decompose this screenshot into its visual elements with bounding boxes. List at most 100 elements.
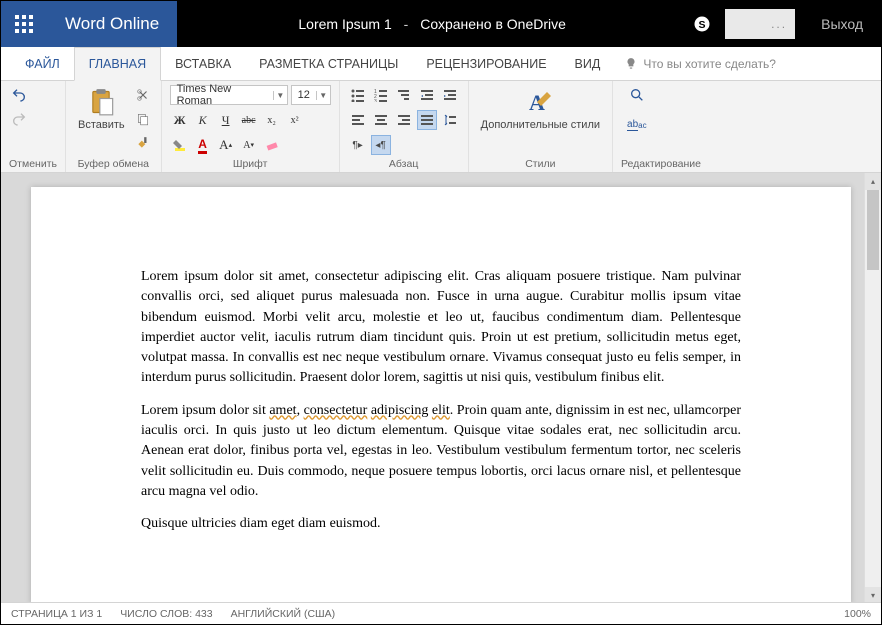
skype-button[interactable]: S bbox=[687, 15, 717, 33]
line-spacing-button[interactable] bbox=[440, 110, 460, 130]
user-menu[interactable]: ... bbox=[725, 9, 795, 39]
ltr-icon: ¶▸ bbox=[352, 140, 362, 151]
align-center-icon bbox=[374, 113, 388, 127]
font-name-combo[interactable]: Times New Roman▼ bbox=[170, 85, 288, 105]
paste-label: Вставить bbox=[78, 119, 125, 131]
group-clipboard-label: Буфер обмена bbox=[74, 156, 153, 170]
styles-label: Дополнительные стили bbox=[481, 119, 600, 131]
rtl-icon: ◂¶ bbox=[375, 140, 385, 151]
shrink-font-button[interactable]: A▾ bbox=[239, 135, 259, 155]
paragraph-2[interactable]: Lorem ipsum dolor sit amet, consectetur … bbox=[141, 401, 741, 502]
multilevel-button[interactable] bbox=[394, 85, 414, 105]
language[interactable]: АНГЛИЙСКИЙ (США) bbox=[231, 608, 336, 620]
app-name[interactable]: Word Online bbox=[47, 1, 177, 47]
title-bar: Word Online Lorem Ipsum 1 - Сохранено в … bbox=[1, 1, 881, 47]
multilevel-icon bbox=[397, 88, 411, 102]
group-clipboard: Вставить Буфер обмена bbox=[66, 81, 162, 172]
line-spacing-icon bbox=[443, 113, 457, 127]
svg-text:S: S bbox=[699, 19, 706, 31]
highlight-button[interactable] bbox=[170, 135, 190, 155]
find-icon bbox=[629, 87, 645, 103]
italic-button[interactable]: К bbox=[193, 110, 213, 130]
status-bar: СТРАНИЦА 1 ИЗ 1 ЧИСЛО СЛОВ: 433 АНГЛИЙСК… bbox=[1, 602, 881, 624]
outdent-icon bbox=[420, 88, 434, 102]
align-right-icon bbox=[397, 113, 411, 127]
styles-button[interactable]: A Дополнительные стили bbox=[477, 85, 604, 133]
align-center-button[interactable] bbox=[371, 110, 391, 130]
paragraph-1[interactable]: Lorem ipsum dolor sit amet, consectetur … bbox=[141, 267, 741, 389]
group-styles-label: Стили bbox=[477, 156, 604, 170]
group-undo-label: Отменить bbox=[9, 156, 57, 170]
tab-home[interactable]: ГЛАВНАЯ bbox=[74, 47, 161, 81]
tell-me-placeholder: Что вы хотите сделать? bbox=[643, 57, 776, 71]
chevron-down-icon: ▼ bbox=[316, 91, 330, 100]
paste-button[interactable]: Вставить bbox=[74, 85, 129, 133]
svg-text:3: 3 bbox=[374, 99, 377, 102]
indent-button[interactable] bbox=[440, 85, 460, 105]
paragraph-3[interactable]: Quisque ultricies diam eget diam euismod… bbox=[141, 514, 741, 534]
font-name-value: Times New Roman bbox=[171, 83, 273, 107]
align-left-icon bbox=[351, 113, 365, 127]
align-justify-icon bbox=[420, 113, 434, 127]
tab-layout[interactable]: РАЗМЕТКА СТРАНИЦЫ bbox=[245, 47, 412, 81]
scroll-up-button[interactable]: ▴ bbox=[865, 173, 881, 190]
replace-button[interactable]: abac bbox=[627, 115, 647, 135]
rtl-button[interactable]: ◂¶ bbox=[371, 135, 391, 155]
undo-icon bbox=[11, 87, 27, 103]
numbering-icon: 123 bbox=[374, 88, 388, 102]
numbering-button[interactable]: 123 bbox=[371, 85, 391, 105]
bold-button[interactable]: Ж bbox=[170, 110, 190, 130]
scroll-thumb[interactable] bbox=[867, 190, 879, 270]
superscript-button[interactable]: x² bbox=[285, 110, 305, 130]
align-justify-button[interactable] bbox=[417, 110, 437, 130]
ltr-button[interactable]: ¶▸ bbox=[348, 135, 368, 155]
subscript-button[interactable]: x₂ bbox=[262, 110, 282, 130]
tab-insert[interactable]: ВСТАВКА bbox=[161, 47, 245, 81]
document-area: Lorem ipsum dolor sit amet, consectetur … bbox=[1, 173, 881, 604]
save-status: Сохранено в OneDrive bbox=[420, 16, 566, 32]
skype-icon: S bbox=[693, 15, 711, 33]
font-color-icon: A bbox=[198, 137, 207, 154]
tab-file[interactable]: ФАЙЛ bbox=[11, 47, 74, 81]
highlight-icon bbox=[173, 138, 187, 152]
paste-icon bbox=[87, 87, 115, 117]
page[interactable]: Lorem ipsum dolor sit amet, consectetur … bbox=[31, 187, 851, 604]
tell-me-search[interactable]: Что вы хотите сделать? bbox=[624, 57, 776, 71]
font-size-combo[interactable]: 12▼ bbox=[291, 85, 331, 105]
vertical-scrollbar[interactable]: ▴ ▾ bbox=[864, 173, 881, 604]
align-left-button[interactable] bbox=[348, 110, 368, 130]
copy-button[interactable] bbox=[133, 109, 153, 129]
font-size-value: 12 bbox=[292, 89, 316, 101]
format-painter-button[interactable] bbox=[133, 133, 153, 153]
cut-button[interactable] bbox=[133, 85, 153, 105]
chevron-down-icon: ▼ bbox=[273, 91, 287, 100]
ribbon-tabs: ФАЙЛ ГЛАВНАЯ ВСТАВКА РАЗМЕТКА СТРАНИЦЫ Р… bbox=[1, 47, 881, 81]
logout-link[interactable]: Выход bbox=[803, 16, 881, 32]
document-name[interactable]: Lorem Ipsum 1 bbox=[298, 16, 391, 32]
document-title-area: Lorem Ipsum 1 - Сохранено в OneDrive bbox=[177, 16, 687, 32]
tab-view[interactable]: ВИД bbox=[561, 47, 615, 81]
zoom-level[interactable]: 100% bbox=[844, 608, 871, 620]
bullets-button[interactable] bbox=[348, 85, 368, 105]
page-count[interactable]: СТРАНИЦА 1 ИЗ 1 bbox=[11, 608, 102, 620]
ribbon: Отменить Вставить Буфер обмена Times New… bbox=[1, 81, 881, 173]
find-button[interactable] bbox=[629, 85, 645, 105]
underline-button[interactable]: Ч bbox=[216, 110, 236, 130]
tab-review[interactable]: РЕЦЕНЗИРОВАНИЕ bbox=[412, 47, 560, 81]
strike-button[interactable]: abc bbox=[239, 110, 259, 130]
group-paragraph: 123 ¶▸ ◂¶ Абзац bbox=[340, 81, 469, 172]
indent-icon bbox=[443, 88, 457, 102]
grow-font-button[interactable]: A▴ bbox=[216, 135, 236, 155]
eraser-icon bbox=[265, 138, 279, 152]
brush-icon bbox=[136, 136, 150, 150]
separator: - bbox=[404, 16, 409, 32]
redo-button[interactable] bbox=[9, 109, 29, 129]
word-count[interactable]: ЧИСЛО СЛОВ: 433 bbox=[120, 608, 212, 620]
clear-format-button[interactable] bbox=[262, 135, 282, 155]
font-color-button[interactable]: A bbox=[193, 135, 213, 155]
undo-button[interactable] bbox=[9, 85, 29, 105]
app-launcher-button[interactable] bbox=[1, 1, 47, 47]
align-right-button[interactable] bbox=[394, 110, 414, 130]
group-undo: Отменить bbox=[1, 81, 66, 172]
outdent-button[interactable] bbox=[417, 85, 437, 105]
